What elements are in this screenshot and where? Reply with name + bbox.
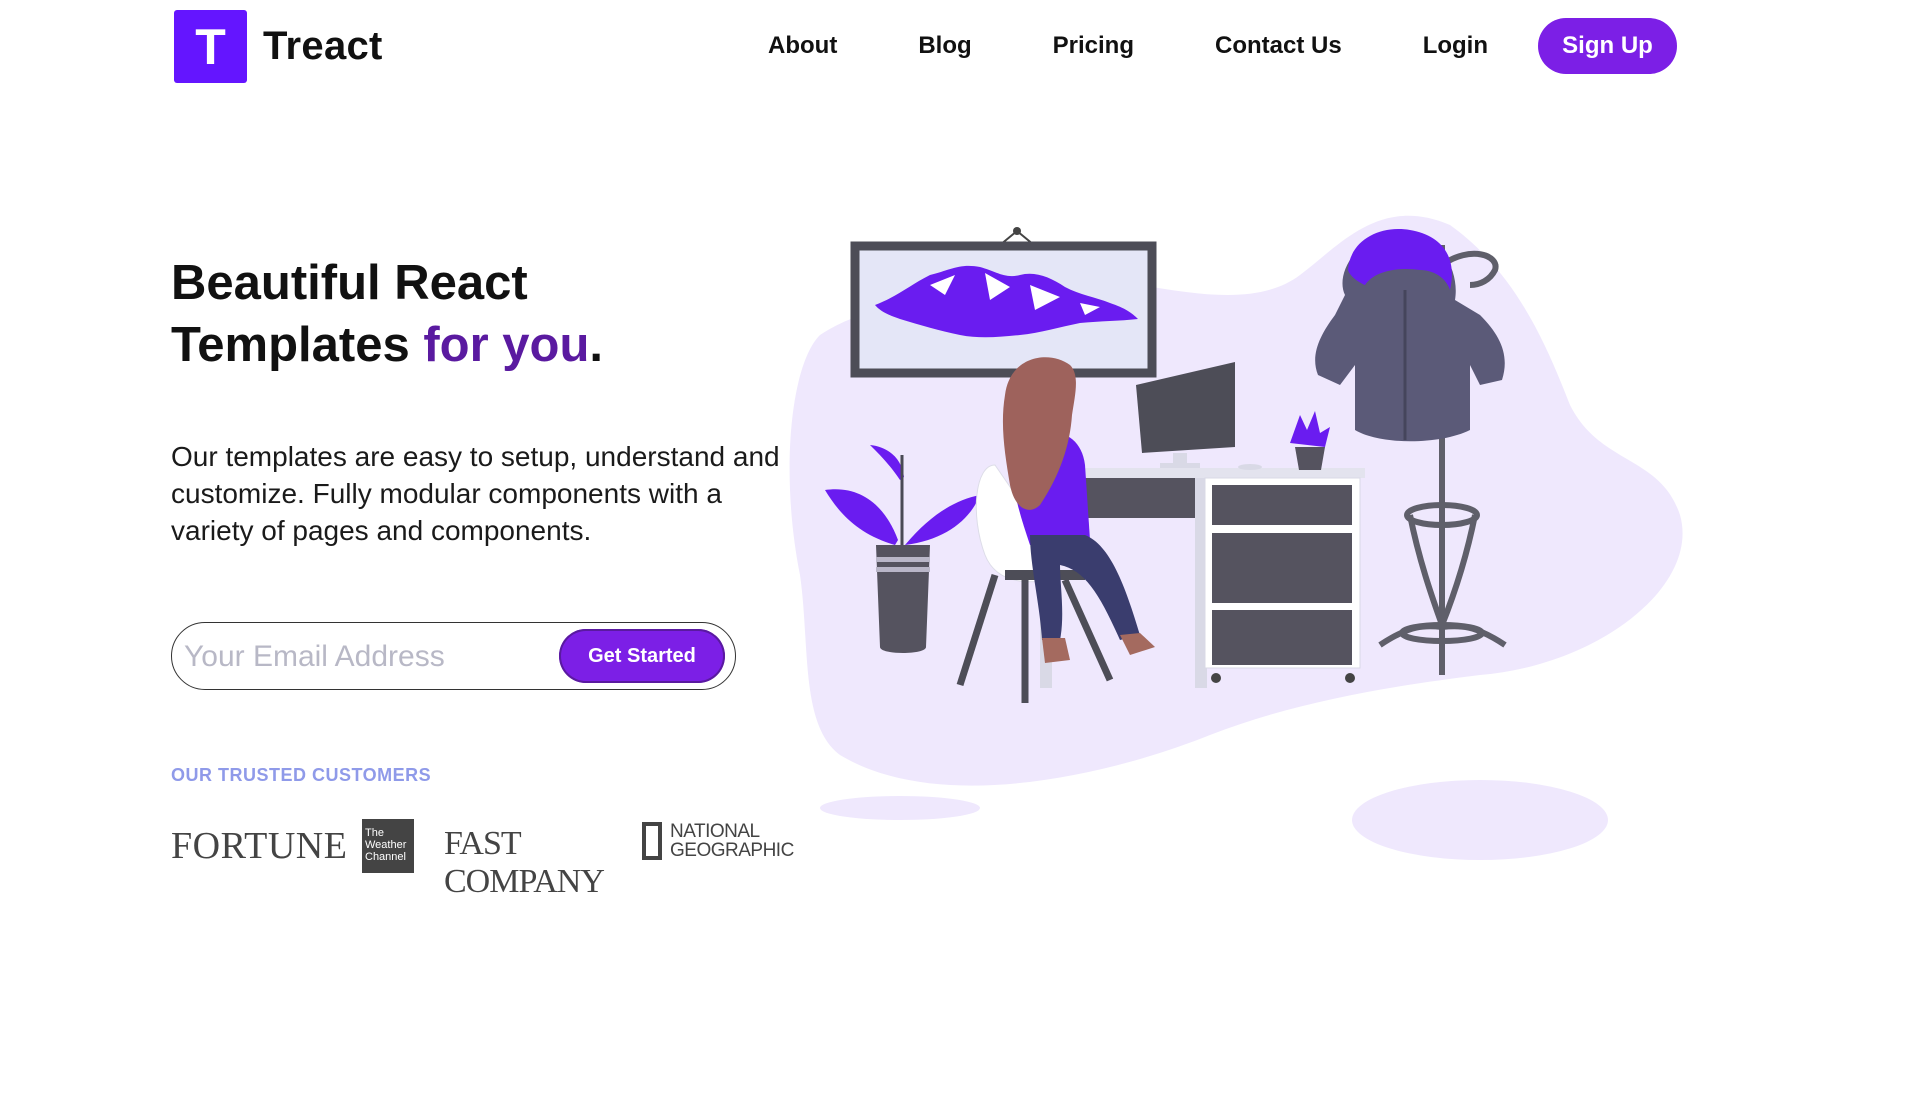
floor-shadow-rack [1352, 780, 1608, 860]
hero-title-accent: for you [423, 318, 590, 372]
main-nav: About Blog Pricing Contact Us Login Sign… [768, 18, 1677, 74]
national-geographic-logo: NATIONAL GEOGRAPHIC [642, 822, 794, 860]
natgeo-line2: GEOGRAPHIC [670, 840, 794, 861]
nav-blog[interactable]: Blog [918, 18, 971, 74]
landing-page: T Treact About Blog Pricing Contact Us L… [0, 0, 1927, 1117]
nav-about[interactable]: About [768, 18, 837, 74]
brand-logo[interactable]: T Treact [174, 10, 383, 83]
weather-logo-line2: Weather [365, 839, 407, 851]
nav-login[interactable]: Login [1423, 18, 1488, 74]
nav-contact-us[interactable]: Contact Us [1215, 18, 1342, 74]
nav-pricing[interactable]: Pricing [1053, 18, 1134, 74]
hero-title: Beautiful React Templates for you. [171, 252, 603, 376]
trusted-customers-label: OUR TRUSTED CUSTOMERS [171, 765, 432, 785]
hero-title-period: . [589, 318, 604, 372]
weather-logo-line1: The [365, 827, 384, 839]
fortune-logo: FORTUNE [171, 825, 348, 867]
brand-name: Treact [263, 24, 383, 68]
mountain-painting [850, 227, 1157, 378]
natgeo-frame-icon [642, 822, 662, 860]
hero-illustration [789, 215, 1683, 860]
hero-title-line2: Templates [171, 318, 424, 372]
natgeo-line1: NATIONAL [670, 821, 760, 842]
hero-description: Our templates are easy to setup, underst… [171, 441, 780, 546]
weather-logo-line3: Channel [365, 851, 406, 863]
email-signup-form: Get Started [171, 622, 736, 690]
hero-title-line1: Beautiful React [171, 256, 528, 310]
floor-shadow-plant [820, 796, 980, 820]
weather-channel-logo: The Weather Channel [362, 819, 414, 873]
fast-company-logo: FAST COMPANY [444, 825, 605, 900]
logo-mark: T [174, 10, 247, 83]
get-started-button[interactable]: Get Started [559, 629, 725, 683]
email-input[interactable] [182, 631, 546, 683]
sign-up-button[interactable]: Sign Up [1538, 18, 1677, 74]
